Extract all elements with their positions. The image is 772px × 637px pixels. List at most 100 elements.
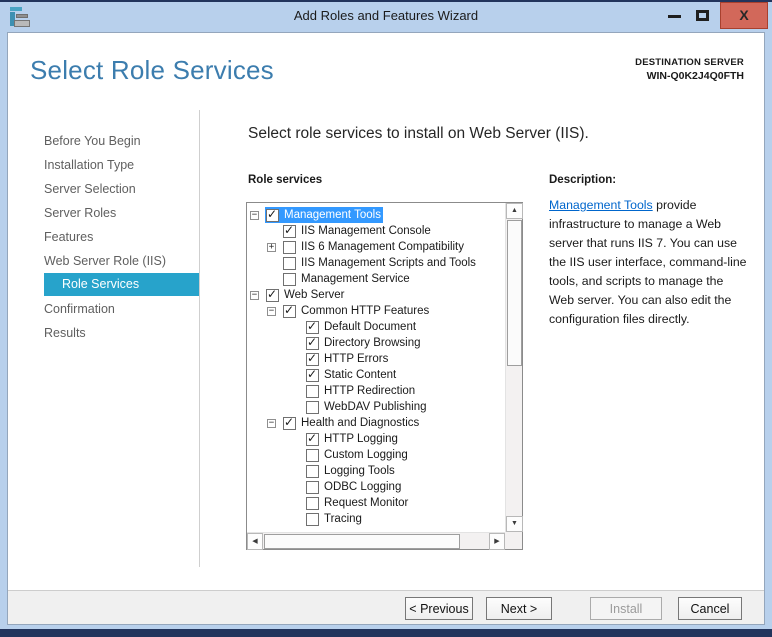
- page-subtitle: Select role services to install on Web S…: [248, 125, 589, 142]
- description-label: Description:: [549, 174, 617, 186]
- checkbox[interactable]: ✓: [266, 286, 279, 302]
- sidebar-divider: [199, 110, 200, 567]
- vertical-scroll-thumb[interactable]: [507, 220, 522, 366]
- sidebar-item-server-selection[interactable]: Server Selection: [8, 177, 199, 201]
- check-mark-icon: ✓: [267, 286, 278, 301]
- tree-row-iis-management-scripts-and-tools[interactable]: IIS Management Scripts and Tools: [247, 255, 505, 271]
- tree-row-directory-browsing[interactable]: ✓ Directory Browsing: [247, 335, 505, 351]
- check-mark-icon: ✓: [307, 334, 318, 349]
- check-mark-icon: ✓: [284, 222, 295, 237]
- checkbox[interactable]: [306, 496, 319, 510]
- wizard-window: Add Roles and Features Wizard X Select R…: [0, 2, 772, 629]
- wizard-steps-sidebar: Before You Begin Installation Type Server …: [8, 129, 199, 345]
- tree-row-static-content[interactable]: ✓ Static Content: [247, 367, 505, 383]
- checkbox[interactable]: [283, 272, 296, 286]
- screen: Add Roles and Features Wizard X Select R…: [0, 0, 772, 637]
- destination-server-block: DESTINATION SERVER WIN-Q0K2J4Q0FTH: [635, 57, 744, 82]
- tree-row-web-server[interactable]: − ✓ Web Server: [247, 287, 505, 303]
- expand-toggle-icon[interactable]: −: [250, 290, 259, 300]
- sidebar-item-before-you-begin[interactable]: Before You Begin: [8, 129, 199, 153]
- close-button[interactable]: X: [720, 2, 768, 29]
- next-button[interactable]: Next >: [486, 597, 552, 620]
- sidebar-item-confirmation[interactable]: Confirmation: [8, 297, 199, 321]
- checkbox[interactable]: ✓: [306, 366, 319, 382]
- scroll-right-icon[interactable]: ▶: [489, 533, 505, 550]
- tree-row-health-and-diagnostics[interactable]: − ✓ Health and Diagnostics: [247, 415, 505, 431]
- destination-server-name: WIN-Q0K2J4Q0FTH: [646, 70, 744, 82]
- role-services-tree: − ✓ Management Tools ✓ IIS Management Co…: [246, 202, 523, 550]
- tree-row-http-logging[interactable]: ✓ HTTP Logging: [247, 431, 505, 447]
- expand-toggle-icon[interactable]: −: [250, 210, 259, 220]
- destination-server-label: DESTINATION SERVER: [635, 57, 744, 68]
- checkbox[interactable]: [306, 512, 319, 526]
- checkbox[interactable]: ✓: [266, 206, 279, 222]
- tree-row-logging-tools[interactable]: Logging Tools: [247, 463, 505, 479]
- role-services-label: Role services: [248, 174, 323, 186]
- checkbox[interactable]: [306, 448, 319, 462]
- sidebar-item-role-services[interactable]: Role Services: [44, 273, 199, 296]
- footer-button-bar: < Previous Next > Install Cancel: [8, 591, 764, 624]
- checkbox[interactable]: ✓: [306, 350, 319, 366]
- checkbox[interactable]: [306, 480, 319, 494]
- tree-row-iis-6-management-compatibility[interactable]: + IIS 6 Management Compatibility: [247, 239, 505, 255]
- checkbox[interactable]: [306, 384, 319, 398]
- wizard-client-area: Select Role Services DESTINATION SERVER …: [7, 32, 765, 625]
- checkbox[interactable]: ✓: [306, 318, 319, 334]
- title-bar[interactable]: Add Roles and Features Wizard X: [0, 2, 772, 31]
- horizontal-scrollbar[interactable]: ◀ ▶: [247, 532, 505, 550]
- checkbox[interactable]: ✓: [306, 334, 319, 350]
- install-button[interactable]: Install: [590, 597, 662, 620]
- tree-row-tracing[interactable]: Tracing: [247, 511, 505, 527]
- description-body-text: provide infrastructure to manage a Web s…: [549, 198, 747, 326]
- sidebar-item-installation-type[interactable]: Installation Type: [8, 153, 199, 177]
- tree-row-http-redirection[interactable]: HTTP Redirection: [247, 383, 505, 399]
- checkbox[interactable]: [306, 400, 319, 414]
- checkbox[interactable]: ✓: [283, 414, 296, 430]
- check-mark-icon: ✓: [307, 430, 318, 445]
- check-mark-icon: ✓: [307, 366, 318, 381]
- scrollbar-corner: [505, 532, 522, 549]
- scroll-down-icon[interactable]: ▼: [506, 516, 523, 532]
- expand-toggle-icon[interactable]: +: [267, 242, 276, 252]
- vertical-scrollbar[interactable]: ▲ ▼: [505, 203, 523, 532]
- scroll-up-icon[interactable]: ▲: [506, 203, 523, 219]
- check-mark-icon: ✓: [267, 206, 278, 221]
- tree-row-management-service[interactable]: Management Service: [247, 271, 505, 287]
- window-title: Add Roles and Features Wizard: [293, 8, 479, 23]
- checkbox[interactable]: ✓: [283, 303, 296, 318]
- checkbox[interactable]: ✓: [306, 430, 319, 446]
- tree-row-http-errors[interactable]: ✓ HTTP Errors: [247, 351, 505, 367]
- checkbox[interactable]: [306, 464, 319, 478]
- description-text: Management Tools provide infrastructure …: [549, 196, 747, 329]
- minimize-button[interactable]: [660, 2, 688, 29]
- checkbox[interactable]: ✓: [283, 222, 296, 238]
- expand-toggle-icon[interactable]: −: [267, 306, 276, 316]
- management-tools-link[interactable]: Management Tools: [549, 198, 653, 212]
- check-mark-icon: ✓: [284, 414, 295, 429]
- tree-row-common-http-features[interactable]: − ✓ Common HTTP Features: [247, 303, 505, 319]
- expand-toggle-icon[interactable]: −: [267, 418, 276, 428]
- tree-row-custom-logging[interactable]: Custom Logging: [247, 447, 505, 463]
- cancel-button[interactable]: Cancel: [678, 597, 742, 620]
- scroll-left-icon[interactable]: ◀: [247, 533, 263, 550]
- check-mark-icon: ✓: [307, 350, 318, 365]
- tree-row-odbc-logging[interactable]: ODBC Logging: [247, 479, 505, 495]
- sidebar-item-features[interactable]: Features: [8, 225, 199, 249]
- sidebar-item-web-server-role-iis[interactable]: Web Server Role (IIS): [8, 249, 199, 273]
- maximize-icon: [696, 10, 709, 21]
- page-title: Select Role Services: [30, 55, 274, 85]
- sidebar-item-results[interactable]: Results: [8, 321, 199, 345]
- tree-row-request-monitor[interactable]: Request Monitor: [247, 495, 505, 511]
- horizontal-scroll-thumb[interactable]: [264, 534, 460, 549]
- tree-row-iis-management-console[interactable]: ✓ IIS Management Console: [247, 223, 505, 239]
- tree-rows: − ✓ Management Tools ✓ IIS Management Co…: [247, 203, 505, 532]
- checkbox[interactable]: [283, 240, 296, 254]
- check-mark-icon: ✓: [307, 318, 318, 333]
- tree-row-webdav-publishing[interactable]: WebDAV Publishing: [247, 399, 505, 415]
- tree-row-management-tools[interactable]: − ✓ Management Tools: [247, 207, 505, 223]
- previous-button[interactable]: < Previous: [405, 597, 473, 620]
- tree-row-default-document[interactable]: ✓ Default Document: [247, 319, 505, 335]
- checkbox[interactable]: [283, 256, 296, 270]
- maximize-button[interactable]: [688, 2, 716, 29]
- sidebar-item-server-roles[interactable]: Server Roles: [8, 201, 199, 225]
